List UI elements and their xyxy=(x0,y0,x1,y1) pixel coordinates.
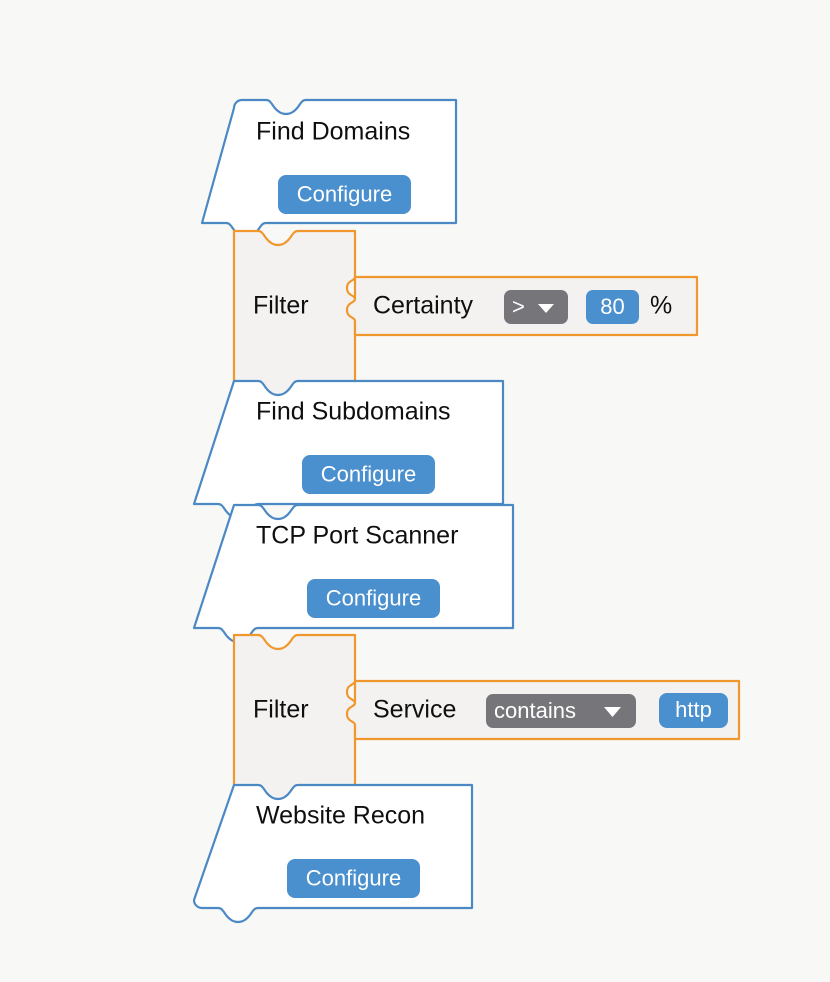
block-canvas: Find Domains Configure Filter Certainty … xyxy=(0,0,830,982)
block-filter-certainty[interactable]: Filter Certainty > 80 % xyxy=(234,231,697,399)
value-field-certainty-value: 80 xyxy=(600,294,624,319)
configure-button-website-recon[interactable]: Configure xyxy=(287,859,420,898)
configure-button-find-domains-label: Configure xyxy=(297,181,392,206)
configure-button-find-domains[interactable]: Configure xyxy=(278,175,411,214)
block-website-recon[interactable]: Website Recon Configure xyxy=(194,785,472,922)
blockly-workspace[interactable]: Find Domains Configure Filter Certainty … xyxy=(0,0,830,982)
value-field-certainty[interactable]: 80 xyxy=(586,290,639,324)
operator-dropdown-service-value: contains xyxy=(494,698,576,723)
condition-service-field-label: Service xyxy=(373,696,456,724)
block-find-domains-title: Find Domains xyxy=(256,118,410,146)
value-field-service-value: http xyxy=(675,697,712,722)
operator-dropdown-certainty[interactable]: > xyxy=(504,290,568,324)
block-tcp-port-scanner-title: TCP Port Scanner xyxy=(256,522,458,550)
configure-button-find-subdomains[interactable]: Configure xyxy=(302,455,435,494)
block-filter-service[interactable]: Filter Service contains http xyxy=(234,635,739,803)
operator-dropdown-certainty-value: > xyxy=(512,294,525,319)
condition-certainty-field-label: Certainty xyxy=(373,292,474,320)
value-field-service[interactable]: http xyxy=(659,693,728,728)
block-tcp-port-scanner[interactable]: TCP Port Scanner Configure xyxy=(194,505,513,642)
block-find-subdomains[interactable]: Find Subdomains Configure xyxy=(194,381,503,518)
condition-service[interactable]: Service contains http xyxy=(347,681,739,739)
block-website-recon-title: Website Recon xyxy=(256,802,425,830)
unit-label-certainty: % xyxy=(650,292,672,320)
block-find-domains[interactable]: Find Domains Configure xyxy=(202,100,456,237)
block-filter-certainty-title: Filter xyxy=(253,292,309,320)
condition-certainty[interactable]: Certainty > 80 % xyxy=(347,277,697,335)
operator-dropdown-service[interactable]: contains xyxy=(486,694,636,728)
block-find-subdomains-title: Find Subdomains xyxy=(256,398,451,426)
block-filter-service-title: Filter xyxy=(253,696,309,724)
configure-button-website-recon-label: Configure xyxy=(306,865,401,890)
configure-button-tcp-port-scanner-label: Configure xyxy=(326,585,421,610)
configure-button-tcp-port-scanner[interactable]: Configure xyxy=(307,579,440,618)
configure-button-find-subdomains-label: Configure xyxy=(321,461,416,486)
